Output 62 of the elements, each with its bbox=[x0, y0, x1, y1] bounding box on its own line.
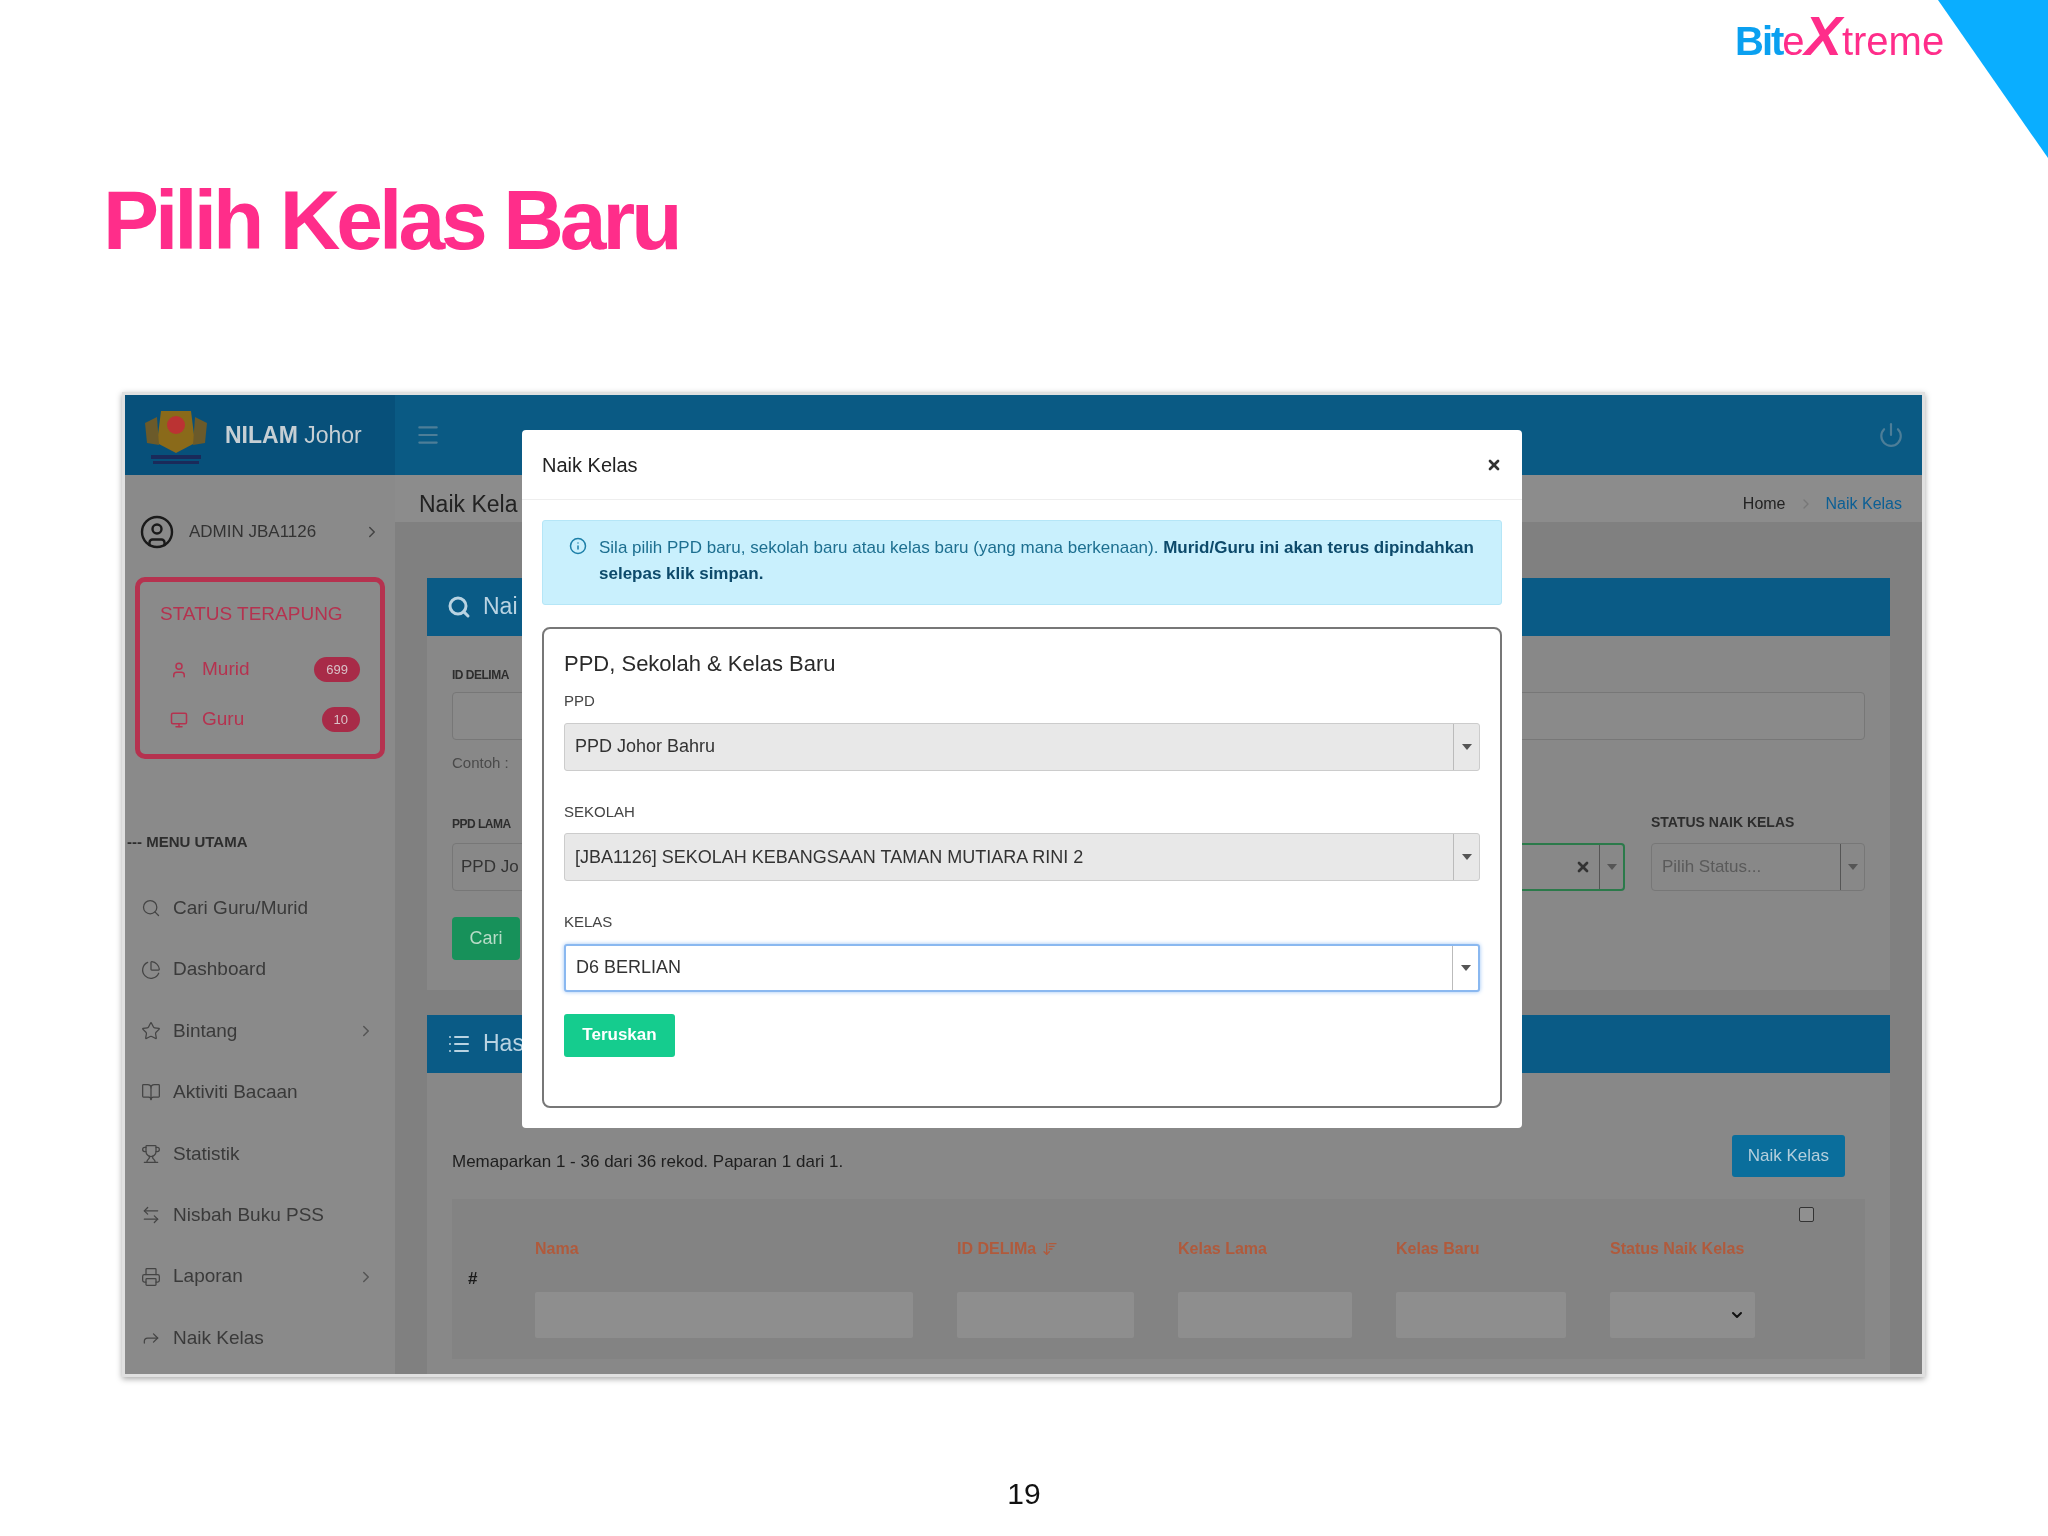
menu-item[interactable]: Laporan bbox=[125, 1245, 395, 1308]
card-title: Has bbox=[483, 1029, 524, 1059]
card-title: Nai bbox=[483, 592, 518, 622]
field-label: KELAS bbox=[564, 912, 614, 932]
page-title: Naik Kela bbox=[419, 490, 518, 519]
status-item[interactable]: Murid bbox=[202, 655, 315, 684]
field-label: PPD bbox=[564, 691, 596, 711]
column-header: # bbox=[467, 1268, 479, 1290]
pie-chart-icon bbox=[141, 959, 161, 980]
menu-item[interactable]: Statistik bbox=[125, 1123, 395, 1185]
menu-heading: --- MENU UTAMA bbox=[126, 832, 249, 852]
power-icon[interactable] bbox=[1878, 422, 1904, 448]
menu-item[interactable]: Bintang bbox=[125, 1000, 395, 1062]
menu-item[interactable]: Dashboard bbox=[125, 938, 395, 1001]
user-avatar-icon bbox=[139, 514, 175, 550]
slide-title: Pilih Kelas Baru bbox=[103, 178, 680, 262]
info-icon bbox=[569, 537, 587, 555]
breadcrumb-link[interactable]: Naik Kelas bbox=[1825, 492, 1902, 517]
trophy-icon bbox=[141, 1143, 161, 1164]
select-all-checkbox[interactable] bbox=[1799, 1206, 1814, 1222]
arrows-icon bbox=[141, 1205, 161, 1226]
search-button[interactable]: Cari bbox=[452, 917, 520, 960]
field-label: ID DELIMA bbox=[452, 666, 509, 684]
naik-kelas-button[interactable]: Naik Kelas bbox=[1731, 1134, 1845, 1177]
brand-logo: BiteXtreme bbox=[1735, 8, 1945, 69]
select-field[interactable]: D6 BERLIAN bbox=[564, 943, 1480, 992]
caret-icon bbox=[1461, 743, 1472, 750]
menu-item[interactable]: Aktiviti Bacaan bbox=[125, 1061, 395, 1124]
modal-title: Naik Kelas bbox=[542, 452, 638, 478]
caret-icon bbox=[1461, 854, 1472, 860]
printer-icon bbox=[141, 1266, 161, 1287]
filter-select[interactable] bbox=[1610, 1291, 1755, 1338]
count-badge: 699 bbox=[314, 656, 360, 683]
user-name: ADMIN JBA1126 bbox=[189, 521, 318, 544]
menu-item[interactable]: Naik Kelas bbox=[125, 1307, 395, 1369]
menu-item[interactable]: Nisbah Buku PSS bbox=[125, 1184, 395, 1246]
sort-icon[interactable] bbox=[1042, 1241, 1059, 1257]
caret-icon bbox=[1460, 964, 1471, 971]
alert-text: Sila pilih PPD baru, sekolah baru atau kelas baru (yang mana berkenaan). Murid/Guru ini akan terus dipindahkan selepas klik simpan. bbox=[599, 537, 1475, 585]
monitor-icon bbox=[170, 710, 188, 729]
menu-item[interactable]: Cari Guru/Murid bbox=[125, 877, 395, 939]
panel-title: PPD, Sekolah & Kelas Baru bbox=[564, 650, 837, 678]
field-label: STATUS NAIK KELAS bbox=[1651, 813, 1796, 832]
hint-text: Contoh : bbox=[452, 752, 509, 773]
search-icon bbox=[447, 594, 471, 619]
field-label: PPD LAMA bbox=[452, 816, 511, 833]
clear-icon[interactable] bbox=[1575, 859, 1591, 875]
star-icon bbox=[141, 1020, 161, 1041]
count-badge: 10 bbox=[321, 706, 360, 733]
caret-icon bbox=[1606, 864, 1617, 870]
page-number: 19 bbox=[1007, 1476, 1041, 1512]
person-icon bbox=[170, 660, 188, 679]
caret-icon bbox=[1847, 864, 1858, 870]
continue-button[interactable]: Teruskan bbox=[564, 1013, 675, 1057]
field-label: SEKOLAH bbox=[564, 801, 636, 822]
app-name: NILAM Johor bbox=[225, 420, 362, 450]
status-title: STATUS TERAPUNG bbox=[160, 602, 344, 626]
book-icon bbox=[141, 1082, 161, 1103]
breadcrumb-link[interactable]: Home bbox=[1742, 492, 1786, 517]
summary-text: Memaparkan 1 - 36 dari 36 rekod. Paparan 1 dari 1. bbox=[452, 1151, 844, 1173]
status-item[interactable]: Guru bbox=[202, 705, 322, 734]
search-icon bbox=[141, 898, 161, 919]
